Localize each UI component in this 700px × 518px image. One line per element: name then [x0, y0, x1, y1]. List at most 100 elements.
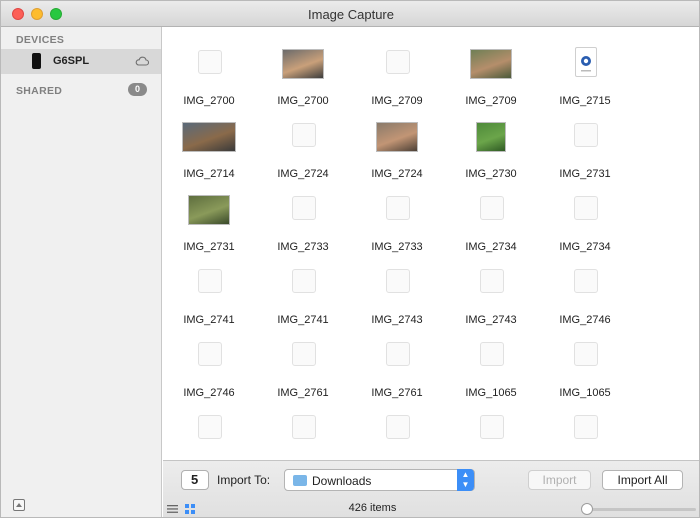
image-grid-item[interactable]: IMG_2730 — [444, 116, 538, 189]
sidebar-footer — [1, 494, 161, 517]
rotate-icon: 5 — [191, 472, 199, 487]
image-grid-item[interactable]: IMG_1065 — [538, 335, 632, 408]
image-grid-item[interactable]: IMG_2733 — [256, 189, 350, 262]
image-filename: IMG_2733 — [277, 241, 329, 253]
placeholder-thumbnail — [198, 269, 222, 293]
image-filename: IMG_2731 — [183, 241, 235, 253]
item-count: 426 items — [348, 502, 397, 514]
placeholder-thumbnail — [386, 196, 410, 220]
image-filename: IMG_2709 — [371, 95, 423, 107]
import-all-button[interactable]: Import All — [602, 470, 683, 490]
sidebar-item-device[interactable]: G6SPL — [1, 49, 161, 74]
placeholder-thumbnail — [574, 269, 598, 293]
placeholder-thumbnail — [292, 415, 316, 439]
placeholder-thumbnail — [292, 342, 316, 366]
placeholder-thumbnail — [198, 415, 222, 439]
image-grid-item[interactable]: IMG_2709 — [350, 43, 444, 116]
window-title: Image Capture — [308, 7, 394, 22]
import-destination-select[interactable]: Downloads ▲ ▼ — [284, 469, 475, 491]
updown-chevron-icon: ▲ ▼ — [457, 469, 474, 491]
image-grid-item[interactable]: IMG_2743 — [444, 262, 538, 335]
photo-thumbnail — [282, 49, 324, 79]
placeholder-thumbnail — [480, 342, 504, 366]
image-filename: IMG_2743 — [465, 314, 517, 326]
image-grid-item[interactable]: IMG_2746 — [162, 335, 256, 408]
cloud-icon — [135, 56, 149, 66]
photo-thumbnail — [376, 122, 418, 152]
slider-knob[interactable] — [581, 503, 593, 515]
photo-thumbnail — [476, 122, 506, 152]
image-filename: IMG_2724 — [277, 168, 329, 180]
placeholder-thumbnail — [574, 196, 598, 220]
image-filename: IMG_2741 — [183, 314, 235, 326]
placeholder-thumbnail — [480, 269, 504, 293]
image-grid-item[interactable]: IMG_2724 — [350, 116, 444, 189]
image-filename: IMG_2714 — [183, 168, 235, 180]
photo-thumbnail — [182, 122, 236, 152]
image-filename: IMG_2761 — [371, 387, 423, 399]
placeholder-thumbnail — [198, 50, 222, 74]
image-filename: IMG_2709 — [465, 95, 517, 107]
placeholder-thumbnail — [574, 415, 598, 439]
image-filename: IMG_2746 — [183, 387, 235, 399]
import-destination-value: Downloads — [312, 474, 372, 488]
image-filename: IMG_2733 — [371, 241, 423, 253]
import-toolbar: 5 Import To: Downloads ▲ ▼ Import Import … — [163, 460, 699, 517]
image-grid-item[interactable]: IMG_2761 — [256, 335, 350, 408]
placeholder-thumbnail — [292, 196, 316, 220]
image-grid-item[interactable]: IMG_2714 — [162, 116, 256, 189]
image-filename: IMG_2731 — [559, 168, 611, 180]
device-settings-icon[interactable] — [13, 499, 25, 511]
placeholder-thumbnail — [386, 415, 410, 439]
placeholder-thumbnail — [386, 342, 410, 366]
image-grid-item[interactable]: IMG_2733 — [350, 189, 444, 262]
shared-count-badge: 0 — [128, 83, 147, 96]
image-filename: IMG_2743 — [371, 314, 423, 326]
image-grid-item[interactable]: IMG_2761 — [350, 335, 444, 408]
image-filename: IMG_2700 — [183, 95, 235, 107]
image-grid-item[interactable]: IMG_2743 — [350, 262, 444, 335]
image-filename: IMG_2746 — [559, 314, 611, 326]
image-grid-item[interactable]: IMG_2731 — [538, 116, 632, 189]
placeholder-thumbnail — [480, 196, 504, 220]
import-to-label: Import To: — [217, 473, 271, 487]
placeholder-thumbnail — [292, 269, 316, 293]
image-filename: IMG_2730 — [465, 168, 517, 180]
image-grid-item[interactable]: IMG_2715 — [538, 43, 632, 116]
image-grid-item[interactable]: IMG_1065 — [444, 335, 538, 408]
image-grid-item[interactable]: IMG_2700 — [162, 43, 256, 116]
image-grid-item[interactable]: IMG_2709 — [444, 43, 538, 116]
image-filename: IMG_2724 — [371, 168, 423, 180]
thumbnail-size-slider[interactable] — [581, 503, 696, 515]
image-grid-item[interactable]: IMG_2734 — [538, 189, 632, 262]
image-grid-item[interactable]: IMG_2700 — [256, 43, 350, 116]
image-grid-item[interactable]: IMG_2741 — [162, 262, 256, 335]
devices-heading: DEVICES — [16, 34, 65, 46]
placeholder-thumbnail — [198, 342, 222, 366]
import-button[interactable]: Import — [528, 470, 591, 490]
image-filename: IMG_1065 — [465, 387, 517, 399]
image-filename: IMG_2734 — [559, 241, 611, 253]
image-grid-item[interactable]: IMG_2734 — [444, 189, 538, 262]
rotate-button[interactable]: 5 — [181, 470, 209, 490]
photo-thumbnail — [188, 195, 230, 225]
image-filename: IMG_2761 — [277, 387, 329, 399]
image-filename: IMG_2700 — [277, 95, 329, 107]
image-grid-item[interactable]: IMG_2731 — [162, 189, 256, 262]
sidebar: DEVICES G6SPL SHARED 0 — [1, 27, 162, 517]
placeholder-thumbnail — [386, 50, 410, 74]
image-grid-item[interactable]: IMG_2724 — [256, 116, 350, 189]
device-name: G6SPL — [53, 55, 90, 67]
image-grid-item[interactable]: IMG_2746 — [538, 262, 632, 335]
placeholder-thumbnail — [292, 123, 316, 147]
image-grid-item[interactable]: IMG_2741 — [256, 262, 350, 335]
placeholder-thumbnail — [574, 342, 598, 366]
image-grid: IMG_2700 IMG_2700 IMG_2709 IMG_2709 IMG_2715… — [162, 27, 699, 472]
image-filename: IMG_2741 — [277, 314, 329, 326]
photo-thumbnail — [470, 49, 512, 79]
quicktime-file-icon — [575, 47, 597, 77]
image-capture-window: Image Capture DEVICES G6SPL SHARED 0 IMG… — [0, 0, 700, 518]
placeholder-thumbnail — [480, 415, 504, 439]
image-filename: IMG_1065 — [559, 387, 611, 399]
placeholder-thumbnail — [386, 269, 410, 293]
